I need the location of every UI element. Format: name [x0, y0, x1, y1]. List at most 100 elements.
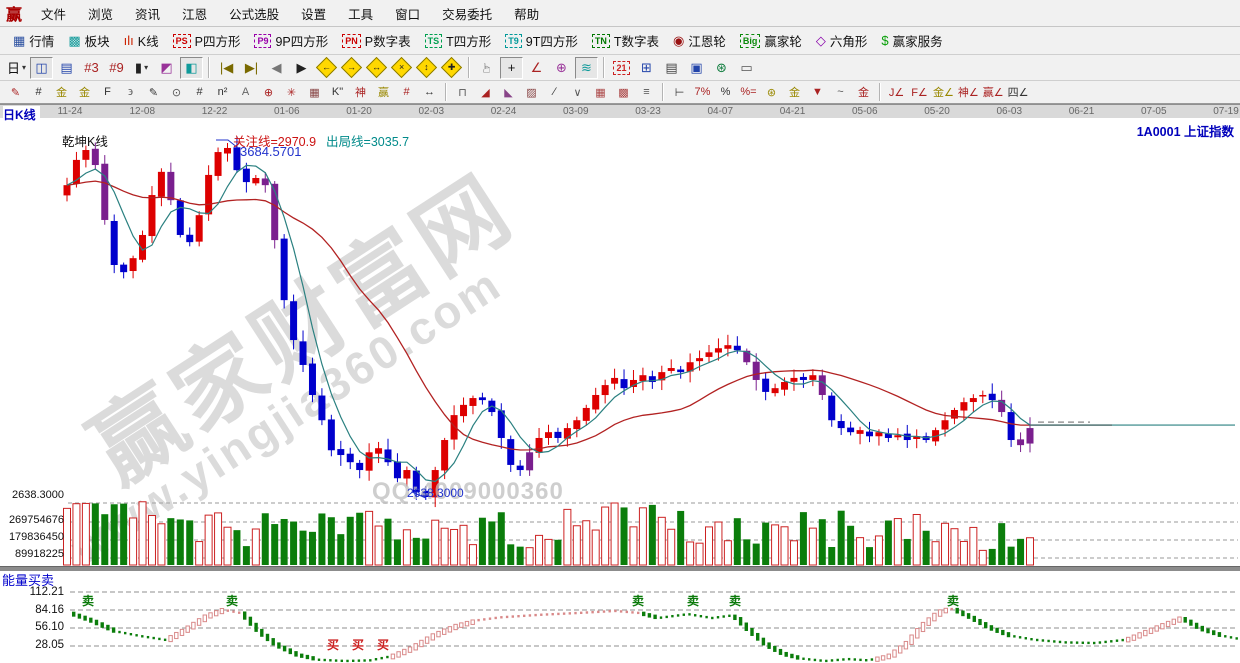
menu-item-7[interactable]: 窗口 — [384, 0, 431, 27]
t-number-button[interactable]: TNT数字表 — [585, 29, 666, 52]
parallel-lines-button[interactable]: ≡ — [636, 83, 657, 102]
shen-angle-button[interactable]: 神∠ — [957, 83, 980, 102]
chip-knife-button[interactable]: ▼ — [807, 83, 828, 102]
four-angle-button[interactable]: 四∠ — [1007, 83, 1030, 102]
trend-line-button[interactable]: ∕ — [544, 83, 565, 102]
ray-lines-button[interactable]: ◢ — [475, 83, 496, 102]
quotes-button[interactable]: ▦行情 — [6, 29, 61, 52]
calendar-21-icon[interactable]: 21 — [610, 57, 633, 79]
hexagon-button[interactable]: ◇六角形 — [809, 29, 875, 52]
sectors-button[interactable]: ▩板块 — [61, 29, 116, 52]
single-candle-dropdown[interactable]: ▮▾ — [130, 57, 153, 79]
chip-dist-icon[interactable]: ≋ — [575, 57, 598, 79]
gold-line-red-icon: 金 — [858, 84, 869, 100]
next-button[interactable]: ▶ — [290, 57, 313, 79]
menu-item-4[interactable]: 公式选股 — [218, 0, 290, 27]
last-page-button[interactable]: ▶| — [240, 57, 263, 79]
gann-wheel-button[interactable]: ◉江恩轮 — [666, 29, 733, 52]
menu-item-2[interactable]: 资讯 — [124, 0, 171, 27]
gann-circle-button[interactable]: ⊕ — [258, 83, 279, 102]
j-angle-button[interactable]: J∠ — [886, 83, 907, 102]
color-chart-icon[interactable]: ◧ — [180, 57, 203, 79]
price-scale-button[interactable]: ⊢ — [669, 83, 690, 102]
chip-knife-icon: ▼ — [812, 86, 823, 98]
grid1-button[interactable]: ▦ — [590, 83, 611, 102]
cycle-ruler-button[interactable]: ⊙ — [166, 83, 187, 102]
shen-ruler-button[interactable]: 神 — [350, 83, 371, 102]
pct7-button[interactable]: 7% — [692, 83, 713, 102]
gold-ruler1-button[interactable]: 金 — [51, 83, 72, 102]
f-ruler-button[interactable]: F — [97, 83, 118, 102]
t-square-button[interactable]: TST四方形 — [418, 29, 499, 52]
k-quote-button[interactable]: K" — [327, 83, 348, 102]
width-tool-button[interactable]: ↔ — [419, 83, 440, 102]
crosshair-tool-icon[interactable]: + — [500, 57, 523, 79]
p-square-button[interactable]: PSP四方形 — [166, 29, 248, 52]
gann-star-button[interactable]: ✚ — [440, 57, 463, 79]
period-day-dropdown[interactable]: 日▾ — [5, 57, 28, 79]
gann-box-icon[interactable]: ⊕ — [550, 57, 573, 79]
print-icon[interactable]: ▭ — [735, 57, 758, 79]
9p-square-button[interactable]: P99P四方形 — [247, 29, 335, 52]
gann-hspan-button[interactable]: ↔ — [365, 57, 388, 79]
hand-tool-icon[interactable]: ☞ — [475, 57, 498, 79]
ruler-123-button[interactable]: # — [396, 83, 417, 102]
star-tool-button[interactable]: ✳ — [281, 83, 302, 102]
kline-button[interactable]: ılıK线 — [117, 29, 166, 52]
menu-item-5[interactable]: 设置 — [290, 0, 337, 27]
win-angle-button[interactable]: 赢∠ — [982, 83, 1005, 102]
winner-wheel-button[interactable]: Big赢家轮 — [733, 29, 809, 52]
gold-ruler2-button[interactable]: 金 — [74, 83, 95, 102]
price-volume-chart[interactable]: 赢家财富网www.yingjia360.com卖卖卖卖卖卖买买买QQ:40090… — [0, 118, 1240, 663]
service-button[interactable]: $赢家服务 — [874, 29, 949, 52]
band-av-button[interactable]: ~ — [830, 83, 851, 102]
notes-icon[interactable]: ▤ — [660, 57, 683, 79]
grid2-button[interactable]: ▩ — [613, 83, 634, 102]
grid-k-button[interactable]: ▨ — [521, 83, 542, 102]
first-page-button[interactable]: |◀ — [215, 57, 238, 79]
calculator-icon[interactable]: ⊞ — [635, 57, 658, 79]
chart-area[interactable]: 11-2412-0812-2201-0601-2002-0302-2403-09… — [0, 104, 1240, 663]
angle-measure-icon[interactable]: ∠ — [525, 57, 548, 79]
gann-vspan-button[interactable]: ↕ — [415, 57, 438, 79]
grid-box-button[interactable]: ▦ — [304, 83, 325, 102]
gann-right-button[interactable]: → — [340, 57, 363, 79]
v-shape-button[interactable]: ∨ — [567, 83, 588, 102]
indicator-window-icon[interactable]: ◫ — [30, 57, 53, 79]
win-ruler-button[interactable]: 赢 — [373, 83, 394, 102]
menu-item-6[interactable]: 工具 — [337, 0, 384, 27]
menu-item-9[interactable]: 帮助 — [503, 0, 550, 27]
pen-tool-button[interactable]: ✎ — [143, 83, 164, 102]
p-number-button[interactable]: PNP数字表 — [335, 29, 417, 52]
gold-line-red-button[interactable]: 金 — [853, 83, 874, 102]
pattern-tool-icon[interactable]: ◩ — [155, 57, 178, 79]
fan-lines-button[interactable]: ◣ — [498, 83, 519, 102]
prev-button[interactable]: ◀ — [265, 57, 288, 79]
scale-ruler-button[interactable]: # — [189, 83, 210, 102]
ruler-tool-button[interactable]: # — [28, 83, 49, 102]
9t-square-button[interactable]: T99T四方形 — [498, 29, 585, 52]
mini-chart3-icon[interactable]: #3 — [80, 57, 103, 79]
menu-item-3[interactable]: 江恩 — [171, 0, 218, 27]
save-icon[interactable]: ▣ — [685, 57, 708, 79]
fan-lines-icon: ◣ — [504, 86, 512, 99]
menu-item-0[interactable]: 文件 — [30, 0, 77, 27]
gann-cross-button[interactable]: × — [390, 57, 413, 79]
pct-button[interactable]: % — [715, 83, 736, 102]
a-tool-button[interactable]: A — [235, 83, 256, 102]
f-angle-button[interactable]: F∠ — [909, 83, 930, 102]
menu-item-1[interactable]: 浏览 — [77, 0, 124, 27]
knife-tool-button[interactable]: ✎ — [5, 83, 26, 102]
gold-circ-button[interactable]: ⊛ — [761, 83, 782, 102]
menu-item-8[interactable]: 交易委托 — [431, 0, 503, 27]
mini-chart9-icon[interactable]: #9 — [105, 57, 128, 79]
gann-left-button[interactable]: ← — [315, 57, 338, 79]
center-frame-button[interactable]: ⊓ — [452, 83, 473, 102]
gold-line-button[interactable]: 金 — [784, 83, 805, 102]
web-export-icon[interactable]: ⊛ — [710, 57, 733, 79]
info-panel-icon[interactable]: ▤ — [55, 57, 78, 79]
pct-line-button[interactable]: %= — [738, 83, 759, 102]
spiral-tool-button[interactable]: ϶ — [120, 83, 141, 102]
n2-ruler-button[interactable]: n² — [212, 83, 233, 102]
gold-angle-button[interactable]: 金∠ — [932, 83, 955, 102]
